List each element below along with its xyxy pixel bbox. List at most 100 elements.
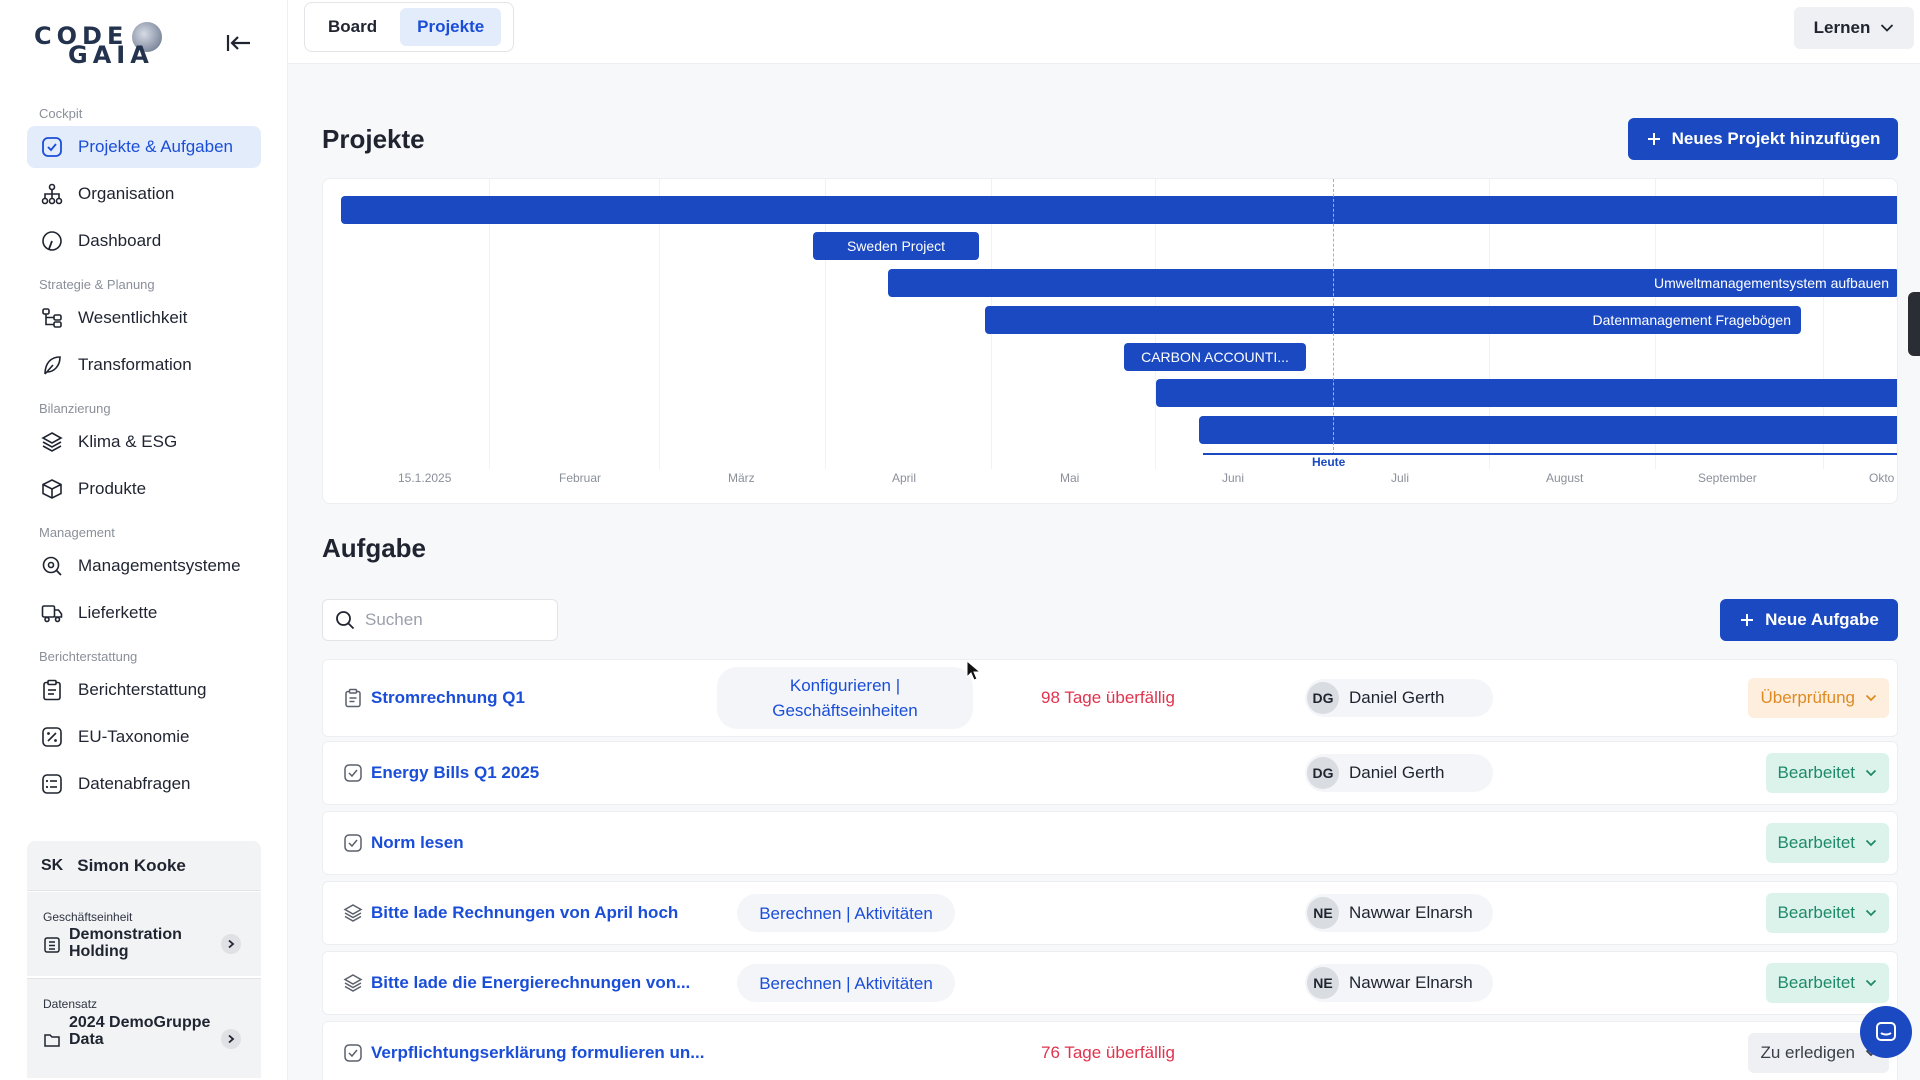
sidebar-item-dashboard[interactable]: Dashboard	[27, 220, 261, 262]
gantt-bar-project-1[interactable]	[341, 196, 1897, 224]
gantt-bar-project-6[interactable]	[1156, 379, 1897, 407]
section-label-strategie: Strategie & Planung	[39, 277, 155, 292]
task-title-link[interactable]: Stromrechnung Q1	[371, 688, 525, 708]
gantt-month-label: Februar	[559, 471, 602, 485]
task-search	[322, 599, 558, 641]
sidebar-item-label: Klima & ESG	[78, 432, 178, 451]
status-dropdown[interactable]: Bearbeitet	[1765, 753, 1889, 793]
business-unit-value: Demonstration Holding	[69, 926, 182, 960]
today-marker-line	[1333, 179, 1334, 455]
sidebar-item-klima-esg[interactable]: Klima & ESG	[27, 421, 261, 463]
status-dropdown[interactable]: Überprüfung	[1748, 678, 1889, 718]
sidebar-item-eu-taxonomie[interactable]: EU-Taxonomie	[27, 716, 261, 758]
status-dropdown[interactable]: Bearbeitet	[1765, 893, 1889, 933]
chevron-right-icon[interactable]	[221, 934, 241, 954]
task-row[interactable]: Verpflichtungserklärung formulieren un..…	[322, 1021, 1898, 1080]
avatar: NE	[1307, 897, 1339, 929]
task-title-link[interactable]: Bitte lade die Energierechnungen von...	[371, 973, 690, 993]
task-row[interactable]: Bitte lade die Energierechnungen von... …	[322, 951, 1898, 1015]
status-label: Bearbeitet	[1777, 973, 1856, 992]
new-task-button[interactable]: Neue Aufgabe	[1720, 599, 1898, 641]
dataset-value: 2024 DemoGruppe Data	[69, 1014, 211, 1048]
package-icon	[40, 477, 64, 501]
gantt-month-label: 15.1.2025	[398, 471, 452, 485]
chevron-down-icon	[1880, 23, 1894, 33]
gantt-bar-umweltmanagementsystem[interactable]: Umweltmanagementsystem aufbauen	[888, 269, 1897, 297]
layers-icon	[343, 973, 363, 993]
org-chart-icon	[40, 182, 64, 206]
gantt-bar-sweden-project[interactable]: Sweden Project	[813, 232, 979, 260]
add-project-label: Neues Projekt hinzufügen	[1671, 129, 1881, 148]
sidebar-item-berichterstattung[interactable]: Berichterstattung	[27, 669, 261, 711]
search-input[interactable]	[365, 610, 545, 630]
sidebar-item-label: Lieferkette	[78, 603, 158, 622]
user-profile[interactable]: SK Simon Kooke	[27, 841, 261, 891]
section-label-cockpit: Cockpit	[39, 106, 83, 121]
sidebar-item-datenabfragen[interactable]: Datenabfragen	[27, 763, 261, 805]
task-assignee[interactable]: NE Nawwar Elnarsh	[1305, 964, 1493, 1002]
task-title-link[interactable]: Norm lesen	[371, 833, 464, 853]
chat-support-button[interactable]	[1860, 1006, 1912, 1058]
gantt-month-label: Mai	[1060, 471, 1080, 485]
section-label-berichterstattung: Berichterstattung	[39, 649, 138, 664]
search-icon	[335, 610, 355, 630]
task-module-tag[interactable]: Berechnen | Aktivitäten	[737, 894, 955, 932]
logo-text-bottom: GAIA	[68, 41, 154, 69]
sidebar-item-organisation[interactable]: Organisation	[27, 173, 261, 215]
gantt-month-label: Juli	[1391, 471, 1410, 485]
check-square-icon	[343, 1043, 363, 1063]
task-title-link[interactable]: Bitte lade Rechnungen von April hoch	[371, 903, 678, 923]
add-project-button[interactable]: Neues Projekt hinzufügen	[1628, 118, 1898, 160]
sidebar-item-produkte[interactable]: Produkte	[27, 468, 261, 510]
gantt-month-label: März	[728, 471, 755, 485]
business-unit-selector[interactable]: Geschäftseinheit Demonstration Holding	[27, 892, 261, 976]
side-panel-handle[interactable]	[1908, 292, 1920, 356]
task-module-tag[interactable]: Konfigurieren | Geschäftseinheiten	[717, 667, 973, 729]
dataset-selector[interactable]: Datensatz 2024 DemoGruppe Data	[27, 978, 261, 1078]
view-toggle: Board Projekte	[304, 2, 514, 52]
sidebar-item-lieferkette[interactable]: Lieferkette	[27, 592, 261, 634]
gantt-bar-datenmanagement[interactable]: Datenmanagement Fragebögen	[985, 306, 1801, 334]
list-icon	[40, 772, 64, 796]
user-initials: SK	[41, 856, 64, 874]
learn-menu-button[interactable]: Lernen	[1794, 7, 1914, 49]
task-assignee[interactable]: NE Nawwar Elnarsh	[1305, 894, 1493, 932]
truck-icon	[40, 601, 64, 625]
layers-icon	[343, 903, 363, 923]
chevron-down-icon	[1865, 769, 1877, 777]
hierarchy-icon	[40, 306, 64, 330]
today-label: Heute	[1312, 455, 1346, 469]
gantt-bar-carbon-accounting[interactable]: CARBON ACCOUNTI...	[1124, 343, 1306, 371]
code-gaia-logo[interactable]: CODE GAIA	[34, 22, 164, 69]
sidebar-item-label: Organisation	[78, 184, 175, 203]
chevron-right-icon[interactable]	[221, 1029, 241, 1049]
task-row[interactable]: Bitte lade Rechnungen von April hoch Ber…	[322, 881, 1898, 945]
avatar: DG	[1307, 757, 1339, 789]
plus-icon	[1739, 612, 1755, 628]
chevron-down-icon	[1865, 694, 1877, 702]
building-icon	[43, 936, 61, 954]
task-module-tag[interactable]: Berechnen | Aktivitäten	[737, 964, 955, 1002]
task-assignee[interactable]: DG Daniel Gerth	[1305, 754, 1493, 792]
task-assignee[interactable]: DG Daniel Gerth	[1305, 679, 1493, 717]
sidebar-item-managementsysteme[interactable]: Managementsysteme	[27, 545, 261, 587]
tab-board[interactable]: Board	[311, 8, 394, 46]
collapse-sidebar-button[interactable]	[224, 28, 254, 58]
status-label: Zu erledigen	[1760, 1043, 1855, 1062]
tab-projekte[interactable]: Projekte	[400, 8, 502, 46]
top-bar: Board Projekte Lernen	[288, 0, 1920, 64]
task-title-link[interactable]: Energy Bills Q1 2025	[371, 763, 539, 783]
status-dropdown[interactable]: Bearbeitet	[1765, 963, 1889, 1003]
task-row[interactable]: Norm lesen Bearbeitet	[322, 811, 1898, 875]
sidebar-item-transformation[interactable]: Transformation	[27, 344, 261, 386]
sidebar-item-label: Berichterstattung	[78, 680, 207, 699]
sidebar-item-wesentlichkeit[interactable]: Wesentlichkeit	[27, 297, 261, 339]
gantt-bar-project-7[interactable]	[1199, 416, 1897, 444]
gantt-month-label: August	[1546, 471, 1584, 485]
sidebar-item-label: Produkte	[78, 479, 147, 498]
task-row[interactable]: Energy Bills Q1 2025 DG Daniel Gerth Bea…	[322, 741, 1898, 805]
task-row[interactable]: Stromrechnung Q1 Konfigurieren | Geschäf…	[322, 659, 1898, 737]
task-title-link[interactable]: Verpflichtungserklärung formulieren un..…	[371, 1043, 704, 1063]
status-dropdown[interactable]: Bearbeitet	[1765, 823, 1889, 863]
sidebar-item-projekte-aufgaben[interactable]: Projekte & Aufgaben	[27, 126, 261, 168]
